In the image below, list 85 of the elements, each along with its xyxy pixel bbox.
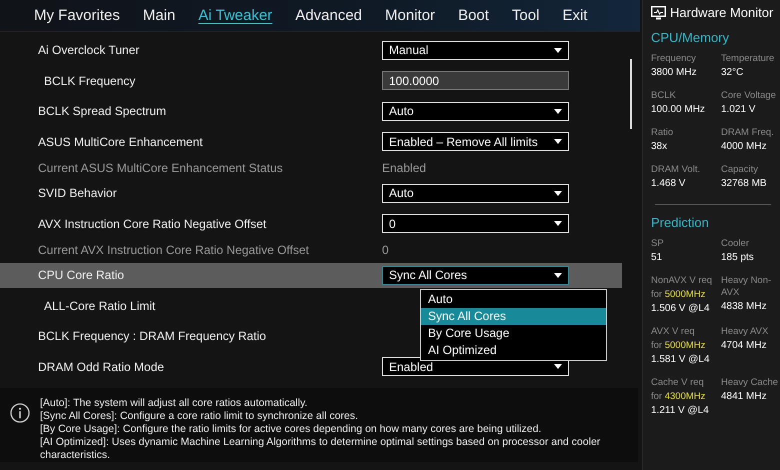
dropdown-option[interactable]: Sync All Cores [421,308,606,325]
setting-label: BCLK Spread Spectrum [37,104,168,118]
help-text: [Auto]: The system will adjust all core ratios automatically. [40,397,308,410]
setting-label: BCLK Frequency [43,74,136,88]
metric-condition: for 5000MHz [651,340,706,352]
metric-value: 1.581 V @L4 [651,354,711,366]
setting-label: DRAM Odd Ratio Mode [37,360,166,374]
scroll-bar[interactable] [630,59,632,129]
nav-tab[interactable]: Ai Tweaker [198,7,272,24]
metric-label: Temperature [721,53,776,65]
setting-label: Current ASUS MultiCore Enhancement Status [37,160,284,174]
section-title: Prediction [651,215,710,230]
metric-value: 1.211 V @L4 [651,405,710,417]
setting-label: ASUS MultiCore Enhancement [37,134,204,149]
metric-value: 51 [651,252,664,264]
nav-tab[interactable]: Tool [512,7,540,24]
status-value: Enabled [382,160,426,174]
caret-icon [554,272,562,278]
metric-label: Frequency [651,53,697,65]
metric-label: Ratio [651,127,674,139]
nav-tab[interactable]: Main [142,7,176,24]
setting-label: SVID Behavior [37,186,118,200]
panel-title: Hardware Monitor [670,5,774,20]
metric-value: 185 pts [721,252,755,264]
setting-label: CPU Core Ratio [37,268,126,282]
help-text: [Sync All Cores]: Configure a core ratio limit to synchronize all cores. [40,410,360,423]
nav-tab[interactable]: Advanced [295,7,362,24]
dropdown-select[interactable]: 0 [382,214,569,234]
metric-value: 4704 MHz [721,340,768,352]
section-title: CPU/Memory [651,30,730,45]
metric-value: 1.468 V [651,178,686,190]
dropdown-option[interactable]: By Core Usage [421,325,606,342]
metric-value: 4838 MHz [721,301,768,313]
metric-value: 4841 MHz [721,391,768,403]
metric-label: NonAVX V req [651,275,714,287]
metric-value: 32768 MB [721,178,768,190]
nav-tab[interactable]: My Favorites [34,7,120,24]
setting-label: Current AVX Instruction Core Ratio Negative Offset [37,242,310,256]
metric-label: BCLK [651,90,677,102]
metric-label: DRAM Freq. [721,127,775,139]
metric-value: 1.021 V [721,104,756,116]
nav-tab[interactable]: Exit [562,7,588,24]
setting-label: Ai Overclock Tuner [37,43,140,58]
dropdown-select[interactable]: Sync All Cores [382,266,569,285]
caret-icon [554,221,562,226]
metric-label: Core Voltage [721,90,777,102]
dropdown-select[interactable]: Auto [382,102,569,121]
metric-value: 3800 MHz [651,67,698,79]
caret-icon [554,48,562,53]
metric-condition: for 4300MHz [651,391,706,403]
metric-value: 4000 MHz [721,141,768,153]
caret-icon [554,139,562,144]
metric-value: 100.00 MHz [651,104,706,116]
info-icon [10,403,30,423]
nav-tab[interactable]: Boot [458,7,489,24]
setting-label: AVX Instruction Core Ratio Negative Offset [37,216,268,231]
caret-icon [554,190,562,196]
caret-icon [554,364,562,370]
metric-label: SP [651,238,665,250]
metric-label: Heavy Cache [721,377,779,389]
status-value: 0 [382,242,389,256]
dropdown-option[interactable]: AI Optimized [421,342,606,359]
caret-icon [554,108,562,114]
metric-value: 1.506 V @L4 [651,303,711,315]
dropdown-select[interactable]: Auto [382,184,569,203]
metric-label: AVX V req [651,326,696,338]
metric-label: Heavy Non-AVX [721,275,772,299]
metric-condition: for 5000MHz [651,289,706,301]
dropdown-select[interactable]: Manual [382,40,569,60]
nav-tab[interactable]: Monitor [385,7,436,24]
setting-label: BCLK Frequency : DRAM Frequency Ratio [37,329,268,344]
help-text: [By Core Usage]: Configure the ratio limits for active cores depending on how many cores are being utilized. [40,423,542,436]
metric-label: Capacity [721,164,759,176]
setting-label: ALL-Core Ratio Limit [43,298,156,313]
help-text: [AI Optimized]: Uses dynamic Machine Learning Algorithms to determine optimal settings based on processor and cooler characteristics. [40,436,602,462]
dropdown-option[interactable]: Auto [421,291,606,308]
metric-value: 38x [651,141,668,153]
metric-label: Cooler [721,238,750,250]
metric-value: 32°C [721,67,744,79]
metric-label: Cache V req [651,377,705,389]
metric-label: DRAM Volt. [651,164,702,176]
dropdown-select[interactable]: Enabled – Remove All limits [382,132,569,152]
monitor-icon [651,6,666,20]
metric-label: Heavy AVX [721,326,770,338]
input-field[interactable]: 100.0000 [382,71,569,90]
